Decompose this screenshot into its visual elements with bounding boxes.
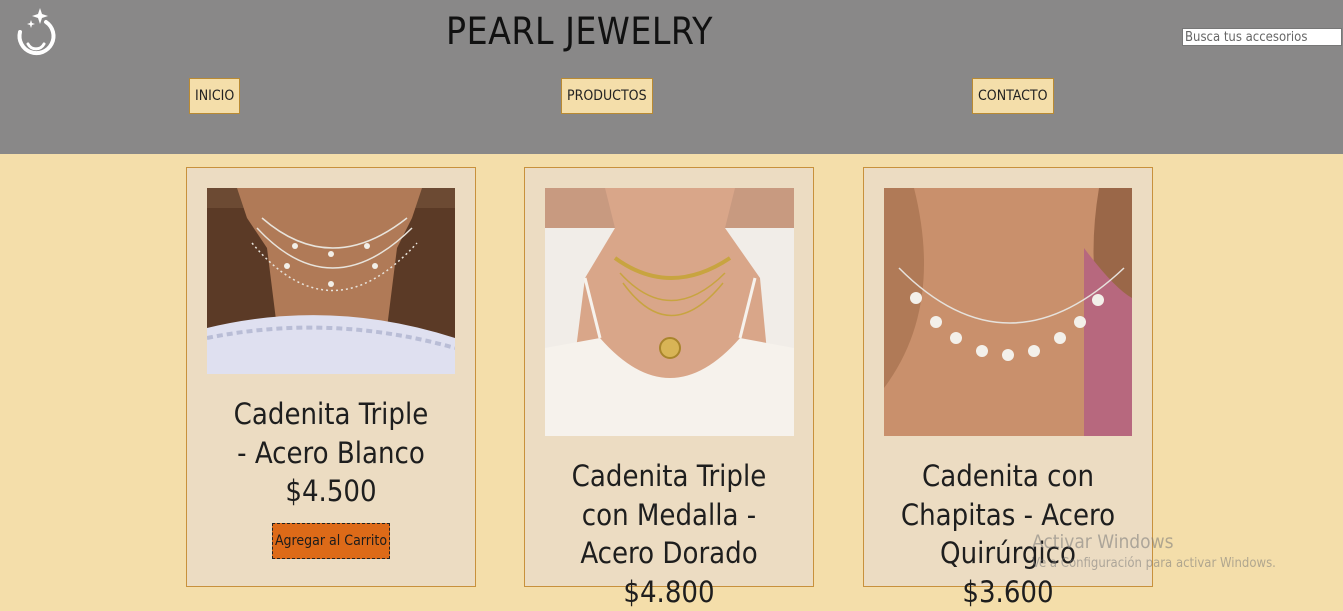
- activation-watermark-subtitle: Ve a Configuración para activar Windows.: [1032, 556, 1276, 571]
- product-card: Cadenita Triple con Medalla - Acero Dora…: [524, 167, 814, 609]
- product-info: Cadenita Triple - Acero Blanco $4.500: [187, 395, 475, 511]
- site-header: PEARL JEWELRY INICIO PRODUCTOS CONTACTO: [0, 0, 1343, 154]
- product-image: [207, 188, 455, 374]
- product-price: $4.800: [623, 574, 715, 609]
- product-info: Cadenita Triple con Medalla - Acero Dora…: [525, 457, 813, 611]
- moon-stars-icon[interactable]: [12, 8, 58, 66]
- product-image: [545, 188, 794, 436]
- product-name: Cadenita Triple con Medalla - Acero Dora…: [571, 459, 767, 609]
- product-price: $3.600: [962, 574, 1054, 609]
- activation-watermark-title: Activar Windows: [1032, 531, 1174, 553]
- product-image: [884, 188, 1132, 436]
- nav-inicio-button[interactable]: INICIO: [189, 78, 241, 114]
- nav-contacto-button[interactable]: CONTACTO: [972, 78, 1054, 114]
- product-name: Cadenita Triple - Acero Blanco: [233, 397, 429, 470]
- product-card: Cadenita Triple - Acero Blanco $4.500 Ag…: [186, 167, 476, 587]
- nav-productos-button[interactable]: PRODUCTOS: [561, 78, 653, 114]
- add-to-cart-button[interactable]: Agregar al Carrito: [272, 523, 390, 559]
- product-price: $4.500: [285, 474, 377, 508]
- search-input[interactable]: [1182, 28, 1342, 46]
- site-title: PEARL JEWELRY: [446, 10, 713, 53]
- product-card: Cadenita con Chapitas - Acero Quirúrgico…: [863, 167, 1153, 609]
